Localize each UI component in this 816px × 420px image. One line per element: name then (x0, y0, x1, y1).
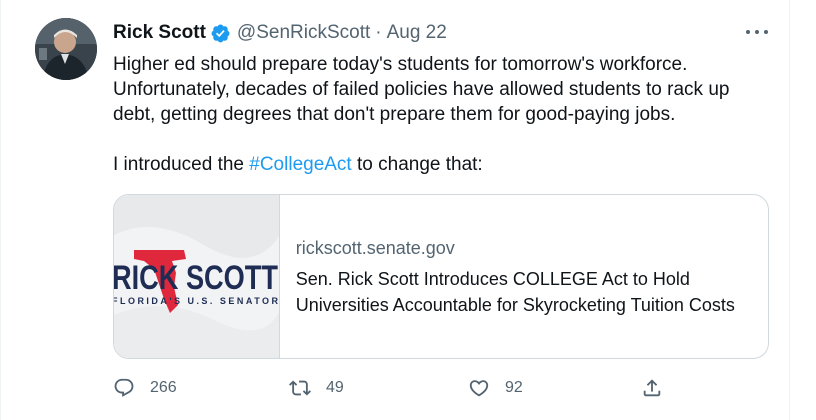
share-icon (643, 379, 661, 397)
hashtag-link[interactable]: #CollegeAct (249, 154, 351, 175)
card-logo-text: RICK SCOTT (114, 259, 278, 297)
more-options-icon[interactable] (746, 22, 768, 42)
avatar[interactable] (35, 18, 97, 80)
author-handle[interactable]: @SenRickScott (237, 22, 370, 44)
link-preview-text: rickscott.senate.gov Sen. Rick Scott Int… (280, 195, 768, 358)
tweet-container[interactable]: Rick Scott @SenRickScott · Aug 22 Higher… (0, 0, 790, 420)
retweet-button[interactable]: 49 (289, 372, 344, 404)
like-button[interactable]: 92 (468, 372, 523, 404)
tweet-paragraph-2: I introduced the #CollegeAct to change t… (113, 152, 773, 177)
reply-button[interactable]: 266 (113, 372, 177, 404)
tweet-paragraph-1: Higher ed should prepare today's student… (113, 54, 730, 125)
tweet-header: Rick Scott @SenRickScott · Aug 22 (113, 21, 447, 45)
tweet-text-before-hashtag: I introduced the (113, 154, 250, 175)
card-title: Sen. Rick Scott Introduces COLLEGE Act t… (295, 268, 735, 315)
card-domain: rickscott.senate.gov (295, 237, 455, 258)
reply-icon (114, 378, 134, 397)
tweet-actions: 266 49 92 (113, 372, 673, 404)
retweet-icon (289, 380, 311, 396)
tweet-text: Higher ed should prepare today's student… (113, 52, 773, 177)
like-count: 92 (505, 379, 523, 396)
card-logo-subtext: FLORIDA'S U.S. SENATOR (114, 296, 279, 306)
link-preview-card[interactable]: RICK SCOTT FLORIDA'S U.S. SENATOR ricksc… (113, 194, 769, 359)
share-button[interactable] (641, 372, 663, 404)
separator-dot: · (375, 22, 382, 43)
link-preview-image: RICK SCOTT FLORIDA'S U.S. SENATOR (114, 195, 280, 358)
tweet-text-after-hashtag: to change that: (351, 154, 483, 175)
tweet-date[interactable]: Aug 22 (387, 22, 447, 44)
retweet-count: 49 (326, 379, 344, 396)
author-name[interactable]: Rick Scott (113, 22, 206, 44)
verified-badge-icon (210, 23, 231, 44)
heart-icon (469, 380, 489, 397)
reply-count: 266 (150, 379, 177, 396)
